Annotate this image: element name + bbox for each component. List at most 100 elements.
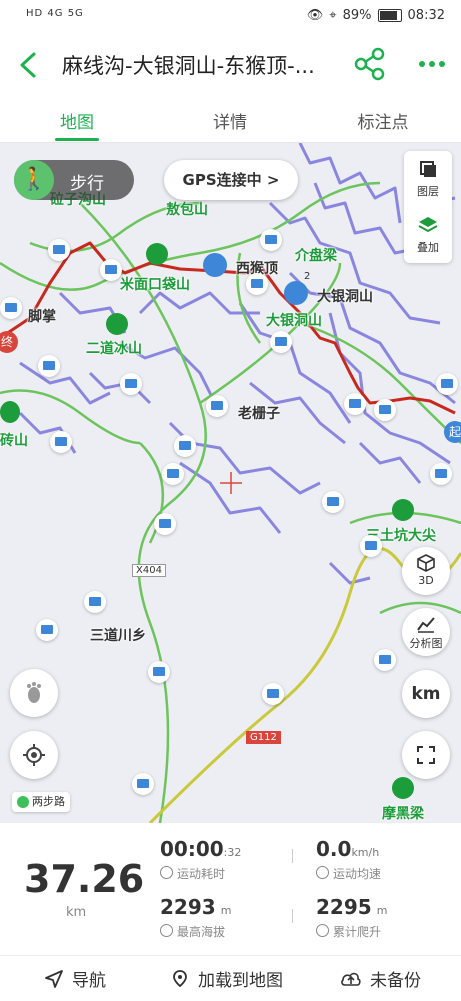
waypoint-photo-icon[interactable] <box>50 431 72 453</box>
waypoint-photo-icon[interactable] <box>246 273 268 295</box>
distance-unit: km <box>66 905 87 920</box>
walk-icon[interactable]: 🚶 <box>14 160 54 200</box>
summit-marker-icon[interactable] <box>203 253 227 277</box>
crosshair-icon <box>23 744 45 766</box>
gps-status-button[interactable]: GPS连接中 > <box>164 160 298 200</box>
cloud-upload-icon <box>341 972 361 986</box>
waypoint-photo-icon[interactable] <box>162 463 184 485</box>
waypoint-photo-icon[interactable] <box>38 355 60 377</box>
timer-icon <box>160 866 173 879</box>
divider <box>292 849 293 863</box>
load-to-map-button[interactable]: 加载到地图 <box>170 966 283 991</box>
summit-marker-icon[interactable] <box>284 281 308 305</box>
speed-icon <box>316 866 329 879</box>
waypoint-photo-icon[interactable] <box>260 229 282 251</box>
layers-button[interactable]: 图层 <box>404 151 452 205</box>
place-label: 三道川乡 <box>90 628 146 644</box>
place-label: 大银洞山 <box>266 313 322 329</box>
map-pin-icon <box>173 970 187 988</box>
place-label: 二道冰山 <box>86 341 142 357</box>
3d-button[interactable]: 3D <box>402 547 450 595</box>
place-label: 米面口袋山 <box>120 277 190 293</box>
walk-mode-label[interactable]: 步行 <box>70 169 104 194</box>
waypoint-photo-icon[interactable] <box>436 373 458 395</box>
tab-waypoints[interactable]: 标注点 <box>333 108 433 133</box>
road-sign-g112: G112 <box>246 731 281 744</box>
battery-icon <box>377 9 402 22</box>
divider <box>292 909 293 923</box>
waypoint-photo-icon[interactable] <box>120 373 142 395</box>
place-label: 砖山 <box>0 433 28 449</box>
map-view[interactable]: 砬子沟山 敖包山 米面口袋山 西猴顶 介盘梁 大银洞山 大银洞山 脚掌 二道冰山… <box>0 143 461 823</box>
place-label: 脚掌 <box>28 309 56 325</box>
analysis-chart-button[interactable]: 分析图 <box>402 608 450 656</box>
layer-panel: 图层 叠加 <box>404 151 452 263</box>
waypoint-photo-icon[interactable] <box>344 393 366 415</box>
unit-toggle-button[interactable]: km <box>402 670 450 718</box>
cube-icon <box>417 554 435 572</box>
waypoint-photo-icon[interactable] <box>430 463 452 485</box>
overlay-button[interactable]: 叠加 <box>404 207 452 261</box>
waypoint-photo-icon[interactable] <box>148 661 170 683</box>
waypoint-photo-icon[interactable] <box>374 399 396 421</box>
climb-icon <box>316 924 329 937</box>
waypoint-photo-icon[interactable] <box>374 649 396 671</box>
navigate-button[interactable]: 导航 <box>44 966 106 991</box>
waypoint-photo-icon[interactable] <box>0 297 22 319</box>
tab-bar: 地图 详情 标注点 <box>0 96 461 143</box>
layers-icon <box>420 161 436 177</box>
eye-icon: 👁 <box>306 8 324 23</box>
place-label: 敖包山 <box>166 202 208 218</box>
place-label: 介盘梁 <box>295 248 337 264</box>
bottom-action-bar: 导航 加载到地图 未备份 <box>0 955 461 1001</box>
location-icon: ⌖ <box>329 8 337 23</box>
mountain-peak-icon <box>392 499 414 521</box>
road-sign-x404: X404 <box>132 564 166 577</box>
duration-stat: 00:00:32 运动耗时 <box>160 837 242 881</box>
battery-percent: 89% <box>342 8 372 23</box>
page-title: 麻线沟-大银洞山-东猴顶-... <box>62 54 315 78</box>
back-arrow-icon[interactable] <box>14 48 44 82</box>
waypoint-photo-icon[interactable] <box>174 435 196 457</box>
speed-stat: 0.0km/h 运动均速 <box>316 837 382 881</box>
tab-map[interactable]: 地图 <box>27 108 127 133</box>
waypoint-photo-icon[interactable] <box>262 683 284 705</box>
waypoint-photo-icon[interactable] <box>322 491 344 513</box>
waypoint-photo-icon[interactable] <box>100 259 122 281</box>
waypoint-photo-icon[interactable] <box>270 331 292 353</box>
route-type-badge: 两步路 <box>12 792 70 812</box>
fullscreen-button[interactable] <box>402 731 450 779</box>
climb-stat: 2295 m 累计爬升 <box>316 895 388 939</box>
waypoint-photo-icon[interactable] <box>206 395 228 417</box>
overlay-icon <box>418 217 438 233</box>
chart-icon <box>417 617 435 633</box>
max-altitude-stat: 2293 m 最高海拔 <box>160 895 232 939</box>
footprint-button[interactable] <box>10 669 58 717</box>
waypoint-photo-icon[interactable] <box>48 239 70 261</box>
mountain-peak-icon <box>392 777 414 799</box>
status-bar: HD 4G 5G 👁 ⌖ 89% 08:32 <box>0 0 461 34</box>
mountain-peak-icon <box>106 313 128 335</box>
clock: 08:32 <box>407 8 445 23</box>
waypoint-photo-icon[interactable] <box>84 591 106 613</box>
waypoint-photo-icon[interactable] <box>154 513 176 535</box>
mountain-peak-icon <box>0 401 20 423</box>
navigation-arrow-icon <box>45 970 63 988</box>
waypoint-photo-icon[interactable] <box>36 619 58 641</box>
waypoint-photo-icon[interactable] <box>132 773 154 795</box>
start-marker[interactable]: 起 <box>444 421 461 443</box>
share-icon[interactable] <box>352 46 388 82</box>
top-header: 麻线沟-大银洞山-东猴顶-... <box>0 34 461 96</box>
footprint-icon <box>27 682 41 703</box>
backup-button[interactable]: 未备份 <box>340 966 421 991</box>
more-options-icon[interactable] <box>414 46 450 82</box>
place-label: 摩黑梁 <box>382 806 424 822</box>
mountain-icon <box>160 924 173 937</box>
place-label: 老栅子 <box>238 406 280 422</box>
locate-button[interactable] <box>10 731 58 779</box>
active-tab-indicator <box>55 138 99 141</box>
distance-value: 37.26 <box>24 857 145 901</box>
route-logo-icon <box>17 796 29 808</box>
tab-details[interactable]: 详情 <box>180 108 280 133</box>
waypoint-photo-icon[interactable] <box>360 535 382 557</box>
